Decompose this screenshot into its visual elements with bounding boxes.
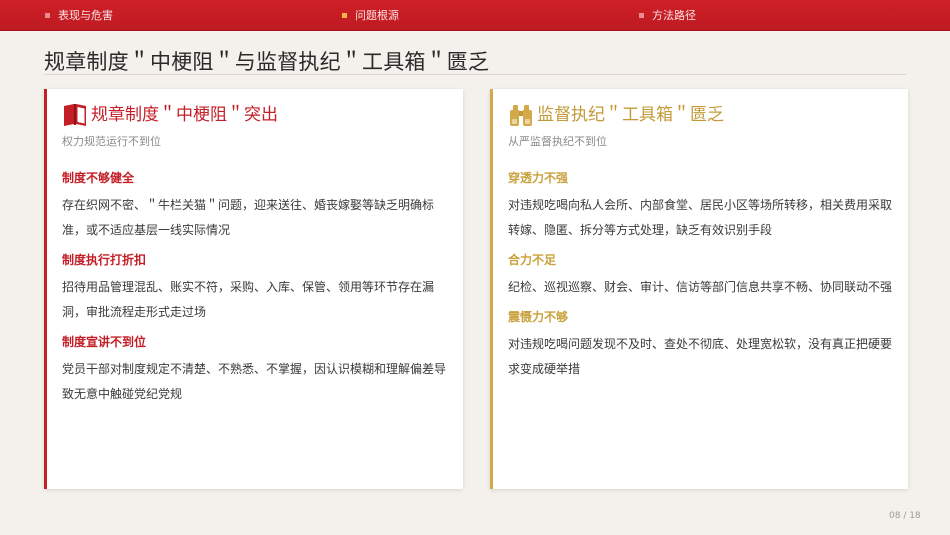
top-nav-bar: 表现与危害 问题根源 方法路径 <box>0 0 950 31</box>
section-heading: 震慑力不够 <box>508 310 569 324</box>
card-title: 监督执纪＂工具箱＂匮乏 <box>537 105 724 125</box>
section-body: 对违规吃喝问题发现不及时、查处不彻底、处理宽松软，没有真正把硬要求变成硬举措 <box>508 337 893 376</box>
section-heading: 制度宣讲不到位 <box>62 335 147 349</box>
nav-item-label: 问题根源 <box>355 9 399 22</box>
section-penetration-weak: 穿透力不强 对违规吃喝向私人会所、内部食堂、居民小区等场所转移，相关费用采取转嫁… <box>508 169 898 243</box>
section-body: 党员干部对制度规定不清楚、不熟悉、不掌握，因认识模糊和理解偏差导致无意中触碰党纪… <box>62 362 447 401</box>
page-number: 08 / 18 <box>889 511 921 521</box>
section-body: 对违规吃喝向私人会所、内部食堂、居民小区等场所转移，相关费用采取转嫁、隐匿、拆分… <box>508 198 893 237</box>
page-title: 规章制度＂中梗阻＂与监督执纪＂工具箱＂匮乏 <box>44 50 490 74</box>
section-heading: 制度不够健全 <box>62 171 135 185</box>
nav-item-method[interactable]: 方法路径 <box>639 0 696 30</box>
title-divider <box>44 74 906 75</box>
section-synergy-lacking: 合力不足 纪检、巡视巡察、财会、审计、信访等部门信息共享不畅、协同联动不强 <box>508 251 898 300</box>
section-system-incomplete: 制度不够健全 存在织网不密、＂牛栏关猫＂问题，迎来送往、婚丧嫁娶等缺乏明确标准，… <box>62 169 457 243</box>
card-title: 规章制度＂中梗阻＂突出 <box>91 105 278 125</box>
card-supervision: 监督执纪＂工具箱＂匮乏 从严监督执纪不到位 穿透力不强 对违规吃喝向私人会所、内… <box>490 89 908 489</box>
card-regulations: 规章制度＂中梗阻＂突出 权力规范运行不到位 制度不够健全 存在织网不密、＂牛栏关… <box>44 89 463 489</box>
section-heading: 制度执行打折扣 <box>62 253 147 267</box>
section-heading: 穿透力不强 <box>508 171 569 185</box>
section-deterrence-lacking: 震慑力不够 对违规吃喝问题发现不及时、查处不彻底、处理宽松软，没有真正把硬要求变… <box>508 308 898 382</box>
card-header: 规章制度＂中梗阻＂突出 <box>62 101 278 129</box>
section-heading: 合力不足 <box>508 253 557 267</box>
section-publicity-lacking: 制度宣讲不到位 党员干部对制度规定不清楚、不熟悉、不掌握，因认识模糊和理解偏差导… <box>62 333 457 407</box>
section-body: 招待用品管理混乱、账实不符，采购、入库、保管、领用等环节存在漏洞，审批流程走形式… <box>62 280 435 319</box>
nav-item-root-cause[interactable]: 问题根源 <box>342 0 399 30</box>
section-execution-weak: 制度执行打折扣 招待用品管理混乱、账实不符，采购、入库、保管、领用等环节存在漏洞… <box>62 251 457 325</box>
binoculars-icon <box>508 103 534 127</box>
card-header: 监督执纪＂工具箱＂匮乏 <box>508 101 724 129</box>
nav-bullet-icon <box>45 13 50 18</box>
nav-item-label: 表现与危害 <box>58 9 113 22</box>
section-body: 纪检、巡视巡察、财会、审计、信访等部门信息共享不畅、协同联动不强 <box>508 280 893 294</box>
nav-bullet-icon <box>639 13 644 18</box>
nav-item-label: 方法路径 <box>652 9 696 22</box>
section-body: 存在织网不密、＂牛栏关猫＂问题，迎来送往、婚丧嫁娶等缺乏明确标准，或不适应基层一… <box>62 198 435 237</box>
book-icon <box>62 103 88 127</box>
card-subtitle: 权力规范运行不到位 <box>62 135 161 148</box>
nav-item-manifestation[interactable]: 表现与危害 <box>45 0 113 30</box>
card-subtitle: 从严监督执纪不到位 <box>508 135 607 148</box>
nav-bullet-icon <box>342 13 347 18</box>
